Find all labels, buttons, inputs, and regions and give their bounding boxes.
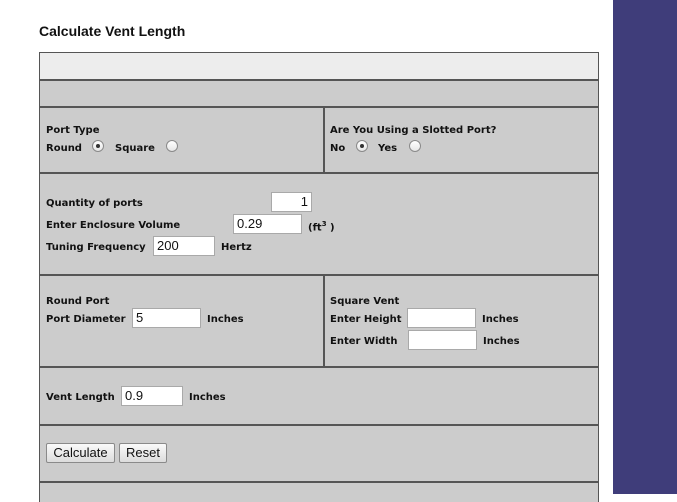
- vent-length-unit: Inches: [189, 392, 226, 403]
- round-radio[interactable]: [92, 140, 104, 152]
- slotted-port-label: Are You Using a Slotted Port?: [330, 125, 497, 136]
- volume-input[interactable]: 0.29: [233, 214, 302, 234]
- form-header-row: [40, 53, 598, 81]
- square-option-label: Square: [115, 143, 155, 154]
- column-divider: [323, 108, 325, 172]
- slotted-yes-radio[interactable]: [409, 140, 421, 152]
- side-bar: [613, 0, 677, 494]
- square-vent-heading: Square Vent: [330, 296, 400, 307]
- volume-label: Enter Enclosure Volume: [46, 220, 181, 231]
- tuning-unit: Hertz: [221, 242, 252, 253]
- page-title: Calculate Vent Length: [39, 23, 186, 39]
- actions-row: Calculate Reset: [40, 426, 598, 483]
- port-diameter-unit: Inches: [207, 314, 244, 325]
- slotted-yes-label: Yes: [378, 143, 398, 154]
- reset-button[interactable]: Reset: [119, 443, 167, 463]
- port-diameter-label: Port Diameter: [46, 314, 126, 325]
- port-dimensions-row: Round Port Port Diameter 5 Inches Square…: [40, 276, 598, 368]
- square-radio[interactable]: [166, 140, 178, 152]
- slotted-no-label: No: [330, 143, 346, 154]
- tuning-input[interactable]: 200: [153, 236, 215, 256]
- column-divider: [323, 276, 325, 366]
- vent-width-unit: Inches: [483, 336, 520, 347]
- vent-length-label: Vent Length: [46, 392, 115, 403]
- slotted-no-radio[interactable]: [356, 140, 368, 152]
- vent-width-label: Enter Width: [330, 336, 398, 347]
- vent-length-output[interactable]: 0.9: [121, 386, 183, 406]
- vent-height-unit: Inches: [482, 314, 519, 325]
- port-diameter-input[interactable]: 5: [132, 308, 201, 328]
- vent-length-row: Vent Length 0.9 Inches: [40, 368, 598, 426]
- enclosure-row: Quantity of ports 1 Enter Enclosure Volu…: [40, 174, 598, 276]
- quantity-label: Quantity of ports: [46, 198, 143, 209]
- round-option-label: Round: [46, 143, 82, 154]
- tuning-label: Tuning Frequency: [46, 242, 146, 253]
- volume-unit: (ft3 ): [308, 220, 335, 234]
- vent-height-input[interactable]: [407, 308, 476, 328]
- calculator-form: Port Type Round Square Are You Using a S…: [39, 52, 599, 502]
- form-spacer-row: [40, 81, 598, 108]
- vent-height-label: Enter Height: [330, 314, 402, 325]
- quantity-input[interactable]: 1: [271, 192, 312, 212]
- round-port-heading: Round Port: [46, 296, 110, 307]
- vent-width-input[interactable]: [408, 330, 477, 350]
- port-type-label: Port Type: [46, 125, 100, 136]
- port-type-row: Port Type Round Square Are You Using a S…: [40, 108, 598, 174]
- calculate-button[interactable]: Calculate: [46, 443, 115, 463]
